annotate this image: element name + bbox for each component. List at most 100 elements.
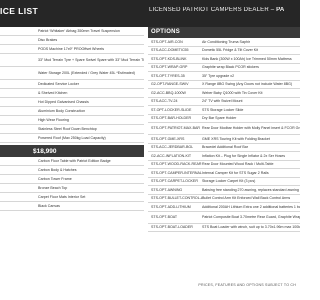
row-description: Bronze Beach Top xyxy=(38,185,68,190)
row-description: Patriot ‘Whitaker’ Airbag 350mm Travel S… xyxy=(38,28,120,33)
row-code: STS-OPT-PATRIOT-MAX-BAR xyxy=(151,126,200,131)
row-code: STS-ACC-TV-24 xyxy=(151,99,178,104)
row-description: Black Canvas xyxy=(38,203,60,208)
table-row: STS-OPT-BOAT Patriot Composite Boat 3.70m… xyxy=(148,212,300,224)
row-description: Internal Camper Kit for STS Sugar 2 Rail… xyxy=(202,170,269,175)
table-row: Disc Brakes xyxy=(0,36,144,45)
row-description: Bullet Control Arm Kit Enforced Wall Bac… xyxy=(202,196,291,201)
row-description: Batwing free standing 270 awning, replac… xyxy=(202,187,299,192)
table-row: STS-OPT-CAMPER-INTERNAL Internal Camper K… xyxy=(148,169,300,178)
row-description: Rear Door Modbar Holder with Molly Panel… xyxy=(202,126,300,131)
row-description: Bracedel Additional Roof Bar xyxy=(202,145,248,150)
table-row: Hot Dipped Galvanised Chassis xyxy=(0,98,144,107)
table-row: STS-ACC-DOMETIC55 Dometic 55L Fridge & Ti… xyxy=(148,47,300,55)
row-code: STS-OPT-CARPET-LOCKER xyxy=(151,179,198,184)
header-bar: ICE LIST LICENSED PATRIOT CAMPERS DEALER… xyxy=(0,0,300,27)
row-description: Air Conditioning Truma Saphir xyxy=(202,39,250,44)
table-row: STS-OPT-AWNING Batwing free standing 270 … xyxy=(148,186,300,195)
price-value: $18,990 xyxy=(33,147,57,155)
table-row: Powered Roof (Max 250kg Load Capacity) xyxy=(0,134,144,143)
row-description: 33” Mud Terrain Tyre + Spare Swivel Spar… xyxy=(38,57,144,62)
table-row: STS-OPT-BAR-HOLDER Dry Bar Spare Holder xyxy=(148,115,300,123)
row-description: STS Boat Loader with winch, suit up to 3… xyxy=(202,225,300,230)
row-description: Dry Bar Spare Holder xyxy=(202,116,237,121)
row-description: Kids Bank (300W x 100Ah) Ice Trimmed 50m… xyxy=(202,56,292,61)
table-row: STS-OPT-BOAT-LOADER STS Boat Loader with … xyxy=(148,224,300,232)
page-title: ICE LIST xyxy=(0,6,39,16)
row-description: Hot Dipped Galvanised Chassis xyxy=(38,99,89,104)
dealer-name: PA xyxy=(276,7,285,13)
features-column: Patriot ‘Whitaker’ Airbag 350mm Travel S… xyxy=(0,27,144,211)
row-description: Graphite wrap Black PCOR stickers xyxy=(202,65,259,70)
table-row: Carbon Tower Frame xyxy=(0,175,144,184)
row-description: Additional 200AH Lithium Extra one 2 add… xyxy=(202,204,300,209)
row-code: G2-OPT-RANGE-SWIV xyxy=(151,82,189,87)
row-description: Storage Locker Carpet Kit (3 pcs) xyxy=(202,179,256,184)
table-row: & Shelved Kitchen xyxy=(0,89,144,98)
row-description: Carbon Floor Table with Patriot Edition … xyxy=(38,158,111,163)
table-row: STS-OPT-BULLET-CONTROL-ARMBullet Control… xyxy=(148,195,300,203)
table-row: Bronze Beach Top xyxy=(0,184,144,193)
table-row: STS-OPT-TYRES-35 35” Tyre upgrade x2 xyxy=(148,72,300,81)
table-row: 33” Mud Terrain Tyre + Spare Swivel Spar… xyxy=(0,54,144,67)
dealer-label: LICENSED PATRIOT CAMPERS DEALER – PA xyxy=(149,7,300,13)
row-code: STS-OPT-KDS-BLINK xyxy=(151,56,187,61)
table-row: Patriot ‘Whitaker’ Airbag 350mm Travel S… xyxy=(0,27,144,36)
row-description: Aluminium Body Construction xyxy=(38,108,86,113)
table-row: Water Storage 200L (Extended / Grey Wate… xyxy=(0,67,144,80)
row-description: Powered Roof (Max 250kg Load Capacity) xyxy=(38,135,106,140)
table-row: Carbon Floor Table with Patriot Edition … xyxy=(0,157,144,166)
row-description: Stainless Steel Roof Down Benchtop xyxy=(38,126,97,131)
table-row: STS-ACC-JERDBAR-BGL Bracedel Additional R… xyxy=(148,144,300,152)
table-row: ST-OPT-LOCKER-SLIDE STS Storage Locker Sl… xyxy=(148,106,300,115)
table-row: Dedicated Service Locker xyxy=(0,80,144,89)
row-code: STS-ACC-JERDBAR-BGL xyxy=(151,145,194,150)
table-row: STS-OPT-ADD-LITHIUM Additional 200AH Lith… xyxy=(148,203,300,212)
table-row: STS-OPT-CARPET-LOCKER Storage Locker Carp… xyxy=(148,178,300,186)
table-row: STS-OPT-KDS-BLINK Kids Bank (300W x 100Ah… xyxy=(148,55,300,64)
table-row: Black Canvas xyxy=(0,202,144,211)
row-code: G2-ACC-BBQ-1000W xyxy=(151,90,186,95)
row-description: STS Storage Locker Slide xyxy=(202,107,244,112)
dealer-prefix: LICENSED PATRIOT CAMPERS DEALER – xyxy=(149,7,277,13)
row-description: Inflation Kit – Plug for Single Inflator… xyxy=(202,153,286,158)
table-row: STS-ACC-TV-24 24” TV with Swivel Mount xyxy=(148,98,300,106)
row-description: Disc Brakes xyxy=(38,37,58,42)
options-heading: OPTIONS xyxy=(148,27,300,38)
row-code: STS-OPT-BULLET-CONTROL-ARM xyxy=(151,196,202,201)
table-row: STS-OPT-PATRIOT-MAX-BAR Rear Door Modbar … xyxy=(148,123,300,135)
row-description: Dometic 55L Fridge & Tilt Cover Kit xyxy=(202,48,258,53)
table-row: STS-OPT-AIR-CON Air Conditioning Truma Sa… xyxy=(148,38,300,47)
row-description: Carbon Body & Hatches xyxy=(38,167,77,172)
row-description: High Wear Flooring xyxy=(38,117,69,122)
table-row: Stainless Steel Roof Down Benchtop xyxy=(0,125,144,134)
row-description: Patriot Composite Boat 3.70metre Rear Gu… xyxy=(202,214,300,219)
row-code: STS-OPT-GME-XRS xyxy=(151,136,185,141)
table-row: Carpet Floor Mats Interior Set xyxy=(0,193,144,202)
table-row: G2-ACC-BBQ-1000W Weber Baby Q1000 with Ti… xyxy=(148,89,300,98)
row-code: STS-OPT-AIR-CON xyxy=(151,39,183,44)
table-row: STS-OPT-WRAP-GRP Graphite wrap Black PCOR… xyxy=(148,64,300,72)
row-description: 24” TV with Swivel Mount xyxy=(202,99,243,104)
row-code: STS-OPT-WOOD-RACK-REAR xyxy=(151,162,202,167)
options-table: STS-OPT-AIR-CON Air Conditioning Truma Sa… xyxy=(148,38,300,232)
options-column: OPTIONS STS-OPT-AIR-CON Air Conditioning … xyxy=(148,27,300,232)
row-description: GME XRS Touring Kit with Folding Bracket xyxy=(202,136,270,141)
row-code: STS-OPT-BOAT-LOADER xyxy=(151,225,193,230)
row-description: Dedicated Service Locker xyxy=(38,81,79,86)
table-row: High Wear Flooring xyxy=(0,116,144,125)
row-code: G2-ACC-INFLATION-KIT xyxy=(151,153,192,158)
table-row: PODS Machine 17x9” PROOffset Wheels xyxy=(0,45,144,54)
row-code: STS-OPT-CAMPER-INTERNAL xyxy=(151,170,202,175)
row-description: Weber Baby Q1000 with Tin Cover Kit xyxy=(202,90,263,95)
row-description: & Shelved Kitchen xyxy=(38,90,68,95)
row-code: STS-OPT-ADD-LITHIUM xyxy=(151,204,191,209)
footer-note: PRICES, FEATURES AND OPTIONS SUBJECT TO … xyxy=(198,283,296,287)
row-description: PODS Machine 17x9” PROOffset Wheels xyxy=(38,46,105,51)
table-row: G2-OPT-RANGE-SWIV X Range 8BG Swing (Any … xyxy=(148,81,300,89)
row-code: STS-ACC-DOMETIC55 xyxy=(151,48,189,53)
table-row: G2-ACC-INFLATION-KIT Inflation Kit – Plug… xyxy=(148,152,300,161)
row-description: Water Storage 200L (Extended / Grey Wate… xyxy=(38,70,135,75)
table-row: Carbon Body & Hatches xyxy=(0,166,144,175)
price-bar: $18,990 xyxy=(0,145,144,157)
